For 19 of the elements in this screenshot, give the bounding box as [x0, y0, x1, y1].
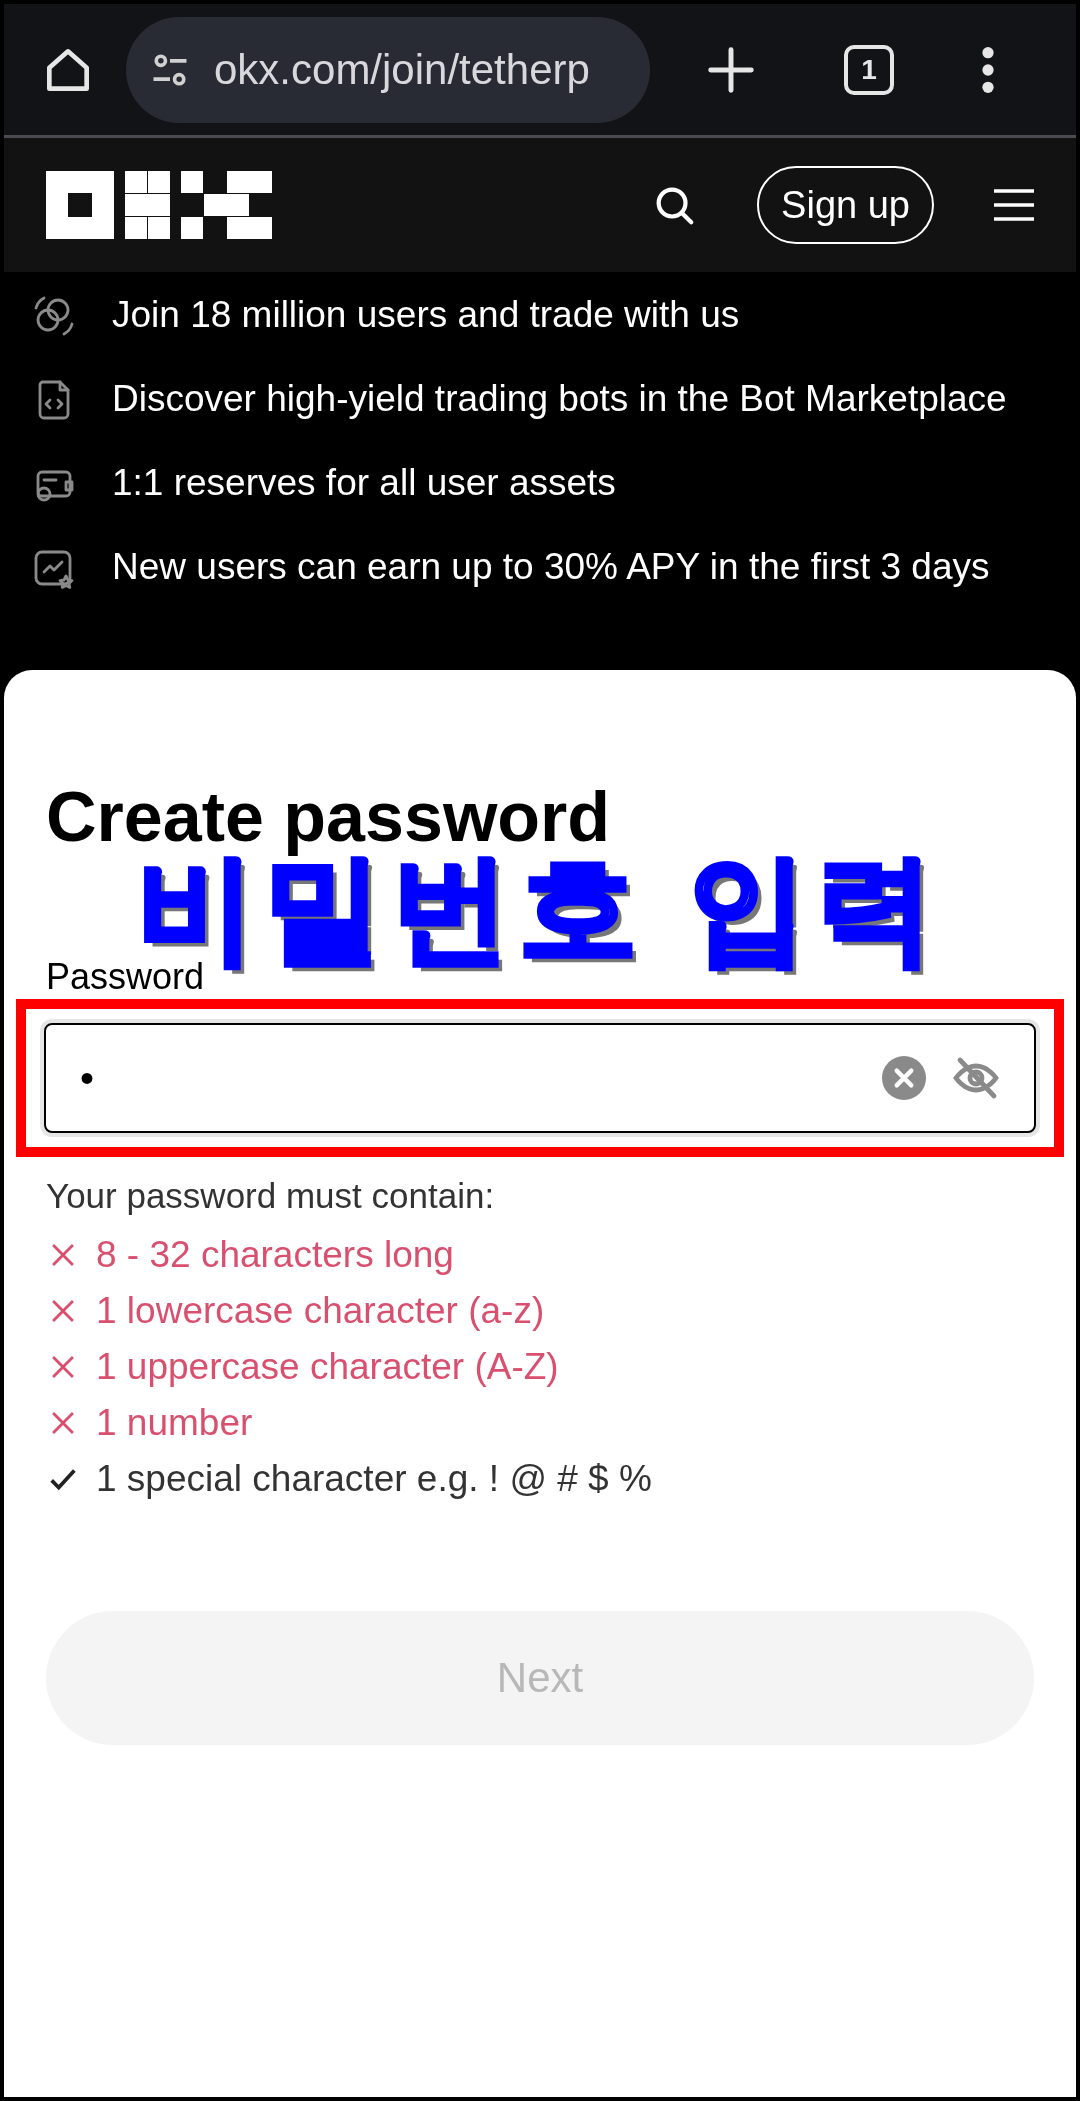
requirements-title: Your password must contain: [46, 1174, 496, 1217]
requirement-text: 1 uppercase character (A-Z) [96, 1344, 559, 1389]
feature-text: Join 18 million users and trade with us [112, 293, 740, 337]
address-bar[interactable]: okx.com/join/tetherp [126, 16, 650, 123]
requirement-text: 1 special character e.g. ! @ # $ % [96, 1456, 652, 1501]
logo-icon[interactable] [46, 171, 272, 239]
feature-text: 1:1 reserves for all user assets [112, 461, 616, 505]
clear-icon[interactable] [882, 1055, 926, 1100]
tab-count[interactable]: 1 [844, 44, 894, 95]
feature-text: Discover high-yield trading bots in the Bot Marketplace [112, 377, 1007, 421]
feature-text: New users can earn up to 30% APY in the first 3 days [112, 545, 990, 589]
hide-password-icon[interactable] [952, 1055, 1000, 1100]
password-value: • [80, 1054, 95, 1102]
sign-up-button[interactable]: Sign up [757, 166, 934, 244]
url-text: okx.com/join/tetherp [214, 45, 590, 95]
menu-icon[interactable] [994, 187, 1034, 223]
requirement-text: 8 - 32 characters long [96, 1232, 454, 1277]
requirement-text: 1 number [96, 1400, 253, 1445]
requirement-text: 1 lowercase character (a-z) [96, 1288, 545, 1333]
